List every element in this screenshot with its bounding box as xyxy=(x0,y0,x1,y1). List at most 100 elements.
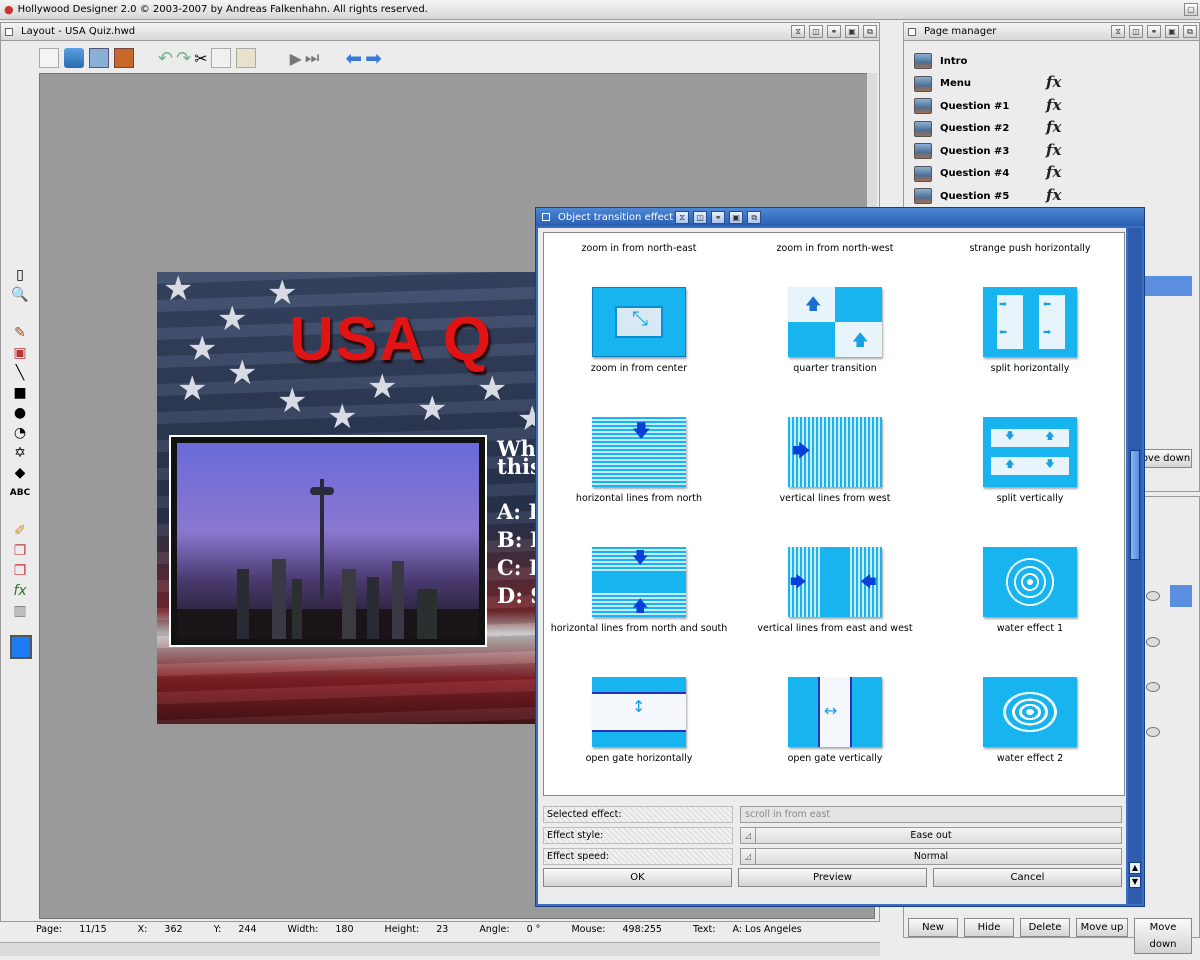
effect-horizontal-lines-from-north[interactable]: 🡇 horizontal lines from north xyxy=(544,417,734,504)
dialog-close-button[interactable] xyxy=(542,213,550,221)
pm-zoom-button[interactable]: ▣ xyxy=(1165,25,1179,38)
dialog-iconify-button[interactable]: ⧖ xyxy=(675,210,690,224)
page-name: Question #4 xyxy=(940,168,1010,180)
page-icon[interactable]: ▯ xyxy=(9,265,31,285)
layout-zoom-button[interactable]: ▣ xyxy=(845,25,859,38)
layout-depth-button[interactable]: ⧉ xyxy=(863,25,877,38)
redo-icon[interactable]: ↷ xyxy=(176,48,191,69)
transition-fx-icon[interactable]: fx xyxy=(1046,186,1061,204)
effect-water-1[interactable]: water effect 1 xyxy=(935,547,1124,634)
pm-snapshot-button[interactable]: ◫ xyxy=(1129,25,1143,38)
layer-icon[interactable]: ❐ xyxy=(9,541,31,561)
layout-hscroll[interactable] xyxy=(0,942,880,956)
dialog-jump-button[interactable]: ⚭ xyxy=(711,210,726,224)
effect-split-vertically[interactable]: 🡇 🡅 🡅 🡇 split vertically xyxy=(935,417,1124,504)
undo-icon[interactable]: ↶ xyxy=(158,48,173,69)
effect-open-gate-vertically[interactable]: ↔ open gate vertically xyxy=(740,677,930,764)
copy-icon[interactable] xyxy=(210,48,231,68)
dialog-zoom-button[interactable]: ▣ xyxy=(729,210,744,224)
dialog-snapshot-button[interactable]: ◫ xyxy=(693,210,708,224)
trash-icon[interactable]: ▥ xyxy=(9,601,31,621)
dialog-scrollbar[interactable]: ▲ ▼ xyxy=(1128,228,1142,904)
text-tool-icon[interactable]: ABC xyxy=(9,483,31,503)
star-tool-icon[interactable]: ✡ xyxy=(9,443,31,463)
move-down-button[interactable]: Move down xyxy=(1134,918,1192,954)
visibility-icon[interactable] xyxy=(1146,727,1160,737)
pm-depth-button[interactable]: ⧉ xyxy=(1183,25,1197,38)
effect-horizontal-lines-north-south[interactable]: 🡇 🡅 horizontal lines from north and sout… xyxy=(544,547,734,634)
effect-top-label[interactable]: zoom in from north-east xyxy=(544,243,734,254)
play-icon[interactable]: ▶ xyxy=(290,49,302,68)
color-swatch[interactable] xyxy=(10,635,32,659)
rectangle-tool-icon[interactable]: ■ xyxy=(9,383,31,403)
scroll-up-arrow-icon[interactable]: ▲ xyxy=(1129,862,1141,874)
display-icon[interactable] xyxy=(114,48,134,68)
preview-button[interactable]: Preview xyxy=(738,868,927,887)
visibility-icon[interactable] xyxy=(1146,591,1160,601)
transition-fx-icon[interactable]: fx xyxy=(1046,73,1061,91)
page-manager-titlebar[interactable]: Page manager ⧖ ◫ ⚭ ▣ ⧉ xyxy=(904,23,1199,41)
layout-snapshot-button[interactable]: ◫ xyxy=(809,25,823,38)
city-photo[interactable] xyxy=(169,435,487,647)
brush-edit-icon[interactable]: ✐ xyxy=(9,521,31,541)
circle-tool-icon[interactable]: ● xyxy=(9,403,31,423)
play-from-icon[interactable]: ⏭ xyxy=(305,48,319,68)
fx-tool-icon[interactable]: fx xyxy=(9,581,31,601)
effect-zoom-in-from-center[interactable]: ⤡ zoom in from center xyxy=(544,287,734,374)
app-depth-button[interactable]: ▢ xyxy=(1184,3,1198,16)
pm-move-down-partial-button[interactable]: ove down xyxy=(1140,449,1192,468)
layout-iconify-button[interactable]: ⧖ xyxy=(791,25,805,38)
effect-split-horizontally[interactable]: ➡ ⬅ ⬅ ➡ split horizontally xyxy=(935,287,1124,374)
arc-tool-icon[interactable]: ◔ xyxy=(9,423,31,443)
delete-button[interactable]: Delete xyxy=(1020,918,1070,937)
new-page-icon[interactable] xyxy=(39,48,59,68)
ok-button[interactable]: OK xyxy=(543,868,732,887)
cancel-button[interactable]: Cancel xyxy=(933,868,1122,887)
open-icon[interactable] xyxy=(64,48,84,68)
slide[interactable]: ★ ★ ★ ★ ★ ★ ★ ★ ★ ★ ★ ★ USA Q Wh this A:… xyxy=(157,272,557,724)
effect-top-label[interactable]: strange push horizontally xyxy=(935,243,1124,254)
cut-icon[interactable]: ✂ xyxy=(194,49,207,68)
pm-jump-button[interactable]: ⚭ xyxy=(1147,25,1161,38)
move-up-button[interactable]: Move up xyxy=(1076,918,1128,937)
paste-icon[interactable] xyxy=(235,48,256,68)
dialog-scroll-thumb[interactable] xyxy=(1130,450,1140,560)
line-tool-icon[interactable]: ╲ xyxy=(9,363,31,383)
visibility-icon[interactable] xyxy=(1146,637,1160,647)
effect-quarter-transition[interactable]: 🡅 🡅 quarter transition xyxy=(740,287,930,374)
image-tool-icon[interactable]: ▣ xyxy=(9,343,31,363)
hide-button[interactable]: Hide xyxy=(964,918,1014,937)
previous-page-icon[interactable]: ⬅ xyxy=(345,46,362,70)
effect-speed-select[interactable]: ◿ Normal xyxy=(740,848,1122,865)
layout-jump-button[interactable]: ⚭ xyxy=(827,25,841,38)
transition-fx-icon[interactable]: fx xyxy=(1046,96,1061,114)
effect-open-gate-horizontally[interactable]: ↕ open gate horizontally xyxy=(544,677,734,764)
scroll-down-arrow-icon[interactable]: ▼ xyxy=(1129,876,1141,888)
page-thumbnail-icon xyxy=(914,188,932,205)
dialog-titlebar[interactable]: Object transition effect ⧖ ◫ ⚭ ▣ ⧉ xyxy=(536,208,1144,226)
effect-top-label[interactable]: zoom in from north-west xyxy=(740,243,930,254)
dialog-depth-button[interactable]: ⧉ xyxy=(747,210,762,224)
effect-vertical-lines-from-west[interactable]: 🡆 vertical lines from west xyxy=(740,417,930,504)
visibility-icon[interactable] xyxy=(1146,682,1160,692)
next-page-icon[interactable]: ➡ xyxy=(365,46,382,70)
effect-water-2[interactable]: water effect 2 xyxy=(935,677,1124,764)
save-icon[interactable] xyxy=(89,48,109,68)
object-icon[interactable]: ❐ xyxy=(9,561,31,581)
slide-heading[interactable]: USA Q xyxy=(289,304,493,375)
polygon-tool-icon[interactable]: ◆ xyxy=(9,463,31,483)
effect-style-select[interactable]: ◿ Ease out xyxy=(740,827,1122,844)
transition-fx-icon[interactable]: fx xyxy=(1046,141,1061,159)
magnify-icon[interactable]: 🔍 xyxy=(9,285,31,305)
pm-iconify-button[interactable]: ⧖ xyxy=(1111,25,1125,38)
effect-vertical-lines-east-west[interactable]: 🡆 🡄 vertical lines from east and west xyxy=(740,547,930,634)
transition-fx-icon[interactable]: fx xyxy=(1046,163,1061,181)
new-button[interactable]: New xyxy=(908,918,958,937)
brush-icon[interactable]: ✎ xyxy=(9,323,31,343)
layout-close-button[interactable] xyxy=(5,27,13,36)
page-manager-close-button[interactable] xyxy=(908,27,916,36)
layout-titlebar[interactable]: Layout - USA Quiz.hwd ⧖ ◫ ⚭ ▣ ⧉ xyxy=(1,23,879,41)
status-mouse-label: Mouse: xyxy=(571,924,606,935)
transition-fx-icon[interactable]: fx xyxy=(1046,118,1061,136)
page-list-item[interactable]: Intro xyxy=(904,50,1194,73)
